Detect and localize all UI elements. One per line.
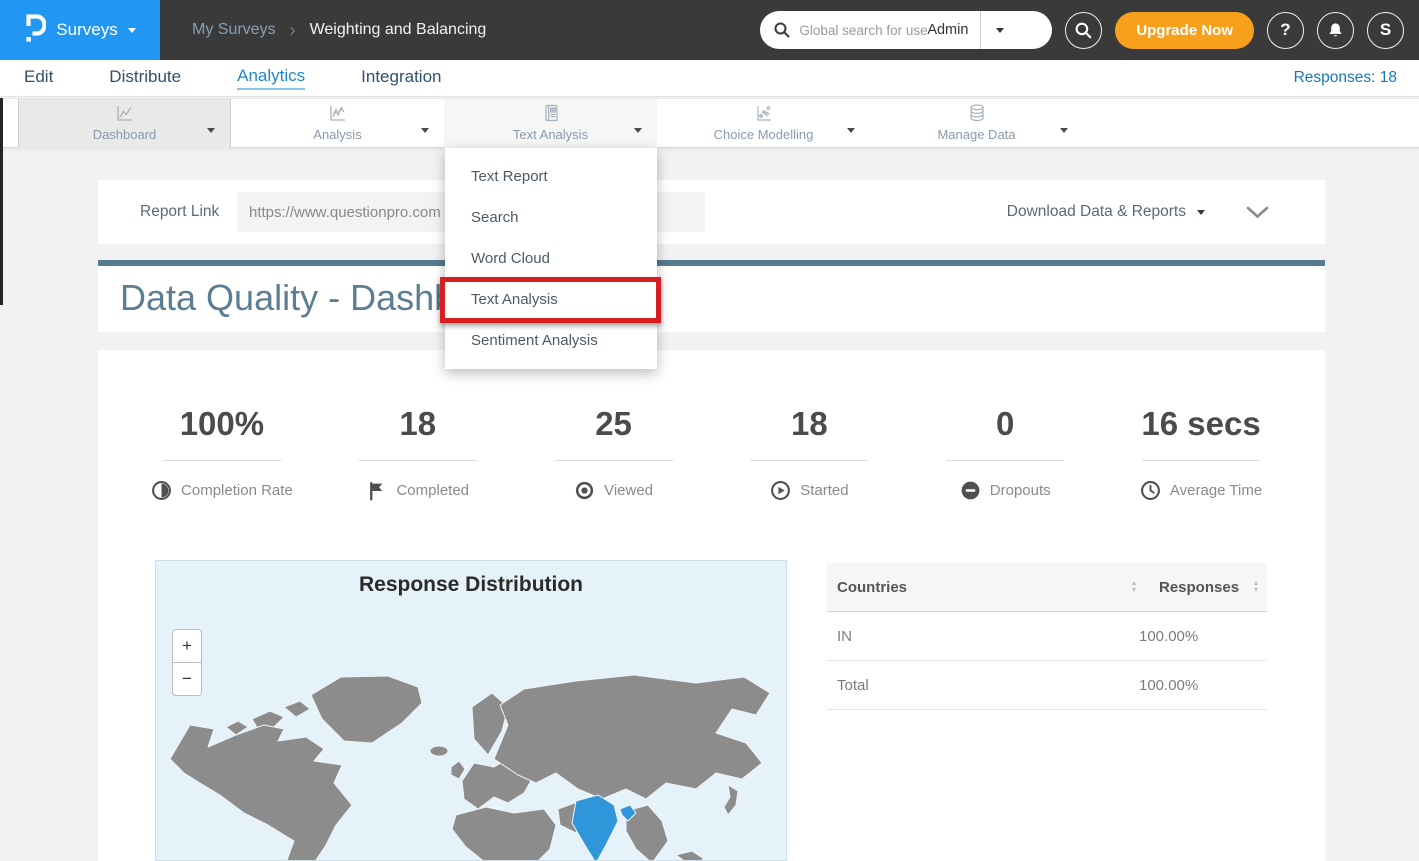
breadcrumb-current-survey: Weighting and Balancing bbox=[310, 21, 487, 39]
scatter-chart-icon bbox=[754, 103, 774, 128]
menu-item-search[interactable]: Search bbox=[445, 197, 657, 238]
chevron-down-icon bbox=[1197, 210, 1205, 215]
dashboard-panel: 100% Completion Rate 18 bbox=[98, 350, 1325, 861]
nav-item-analytics[interactable]: Analytics bbox=[237, 66, 305, 90]
play-circle-icon bbox=[770, 480, 791, 501]
questionpro-analytics-page: Surveys My Surveys › Weighting and Balan… bbox=[0, 0, 1419, 861]
stat-completion-rate: 100% Completion Rate bbox=[124, 405, 320, 501]
countries-table-header: Countries ▲▼ Responses ▲▼ bbox=[827, 563, 1267, 612]
nav-item-integration[interactable]: Integration bbox=[361, 67, 441, 89]
menu-item-word-cloud[interactable]: Word Cloud bbox=[445, 238, 657, 279]
search-scope-label: Admin bbox=[927, 22, 968, 38]
page-title-panel: Data Quality - Dashboard bbox=[98, 260, 1325, 332]
menu-item-text-report[interactable]: Text Report bbox=[445, 156, 657, 197]
top-header: Surveys My Surveys › Weighting and Balan… bbox=[0, 0, 1419, 60]
collapsed-panel-edge bbox=[0, 98, 3, 305]
divider bbox=[1142, 460, 1260, 461]
column-countries[interactable]: Countries bbox=[827, 579, 1123, 596]
breadcrumb-separator-icon: › bbox=[290, 20, 296, 41]
stat-completed: 18 Completed bbox=[320, 405, 516, 501]
search-icon bbox=[773, 21, 791, 39]
sort-updown-icon[interactable]: ▲▼ bbox=[1245, 580, 1267, 594]
report-link-bar: Report Link Download Data & Reports bbox=[98, 180, 1325, 244]
completion-gauge-icon bbox=[151, 480, 172, 501]
download-data-reports-dropdown[interactable]: Download Data & Reports bbox=[1007, 180, 1205, 244]
menu-item-text-analysis[interactable]: Text Analysis bbox=[445, 279, 657, 320]
response-distribution-map: Response Distribution + − bbox=[155, 560, 787, 861]
tab-analysis[interactable]: Analysis bbox=[231, 99, 444, 148]
surveys-product-switcher[interactable]: Surveys bbox=[0, 0, 160, 60]
stat-average-time: 16 secs Average Time bbox=[1103, 405, 1299, 501]
responses-cell: 100.00% bbox=[1125, 677, 1267, 694]
table-row: Total 100.00% bbox=[827, 661, 1267, 710]
chevron-down-icon[interactable] bbox=[207, 120, 215, 138]
flag-icon bbox=[366, 480, 387, 501]
divider bbox=[359, 460, 477, 461]
breadcrumb-my-surveys[interactable]: My Surveys bbox=[192, 21, 276, 39]
chevron-down-icon bbox=[128, 28, 136, 33]
chevron-down-icon[interactable] bbox=[847, 120, 855, 138]
avatar[interactable]: S bbox=[1367, 12, 1404, 49]
table-row: IN 100.00% bbox=[827, 612, 1267, 661]
report-link-label: Report Link bbox=[140, 180, 219, 244]
map-country-india[interactable] bbox=[572, 795, 618, 861]
tab-manage-data[interactable]: Manage Data bbox=[870, 99, 1083, 148]
stat-dropouts: 0 Dropouts bbox=[907, 405, 1103, 501]
tab-dashboard[interactable]: Dashboard bbox=[18, 99, 231, 148]
menu-item-sentiment-analysis[interactable]: Sentiment Analysis bbox=[445, 320, 657, 361]
divider bbox=[555, 460, 673, 461]
tab-choice-modelling[interactable]: Choice Modelling bbox=[657, 99, 870, 148]
nav-item-edit[interactable]: Edit bbox=[24, 67, 53, 89]
column-responses[interactable]: Responses bbox=[1145, 579, 1245, 596]
divider bbox=[163, 460, 281, 461]
country-cell: IN bbox=[827, 628, 1125, 645]
divider bbox=[750, 460, 868, 461]
header-actions: Admin Upgrade Now ? S bbox=[760, 11, 1404, 49]
page-title: Data Quality - Dashboard bbox=[98, 266, 1325, 319]
map-title: Response Distribution bbox=[156, 573, 786, 597]
upgrade-now-button[interactable]: Upgrade Now bbox=[1115, 12, 1254, 49]
line-chart-icon bbox=[115, 103, 135, 128]
tab-text-analysis[interactable]: Text Analysis bbox=[444, 99, 657, 148]
database-icon bbox=[967, 103, 987, 128]
text-document-icon bbox=[541, 103, 561, 128]
responses-cell: 100.00% bbox=[1125, 628, 1267, 645]
countries-table: Countries ▲▼ Responses ▲▼ IN 100.00% Tot… bbox=[827, 563, 1267, 710]
eye-icon bbox=[574, 480, 595, 501]
search-icon bbox=[1074, 21, 1093, 40]
survey-stats-row: 100% Completion Rate 18 bbox=[98, 350, 1325, 501]
text-analysis-menu: Text Report Search Word Cloud Text Analy… bbox=[445, 148, 657, 369]
product-label: Surveys bbox=[56, 20, 117, 40]
breadcrumb: My Surveys › Weighting and Balancing bbox=[192, 0, 486, 60]
questionpro-p-icon bbox=[24, 12, 46, 48]
global-search-input[interactable] bbox=[799, 23, 927, 38]
world-map[interactable] bbox=[156, 663, 787, 861]
chevron-down-icon[interactable] bbox=[634, 120, 642, 138]
search-button[interactable] bbox=[1065, 12, 1102, 49]
expand-section-chevron-icon[interactable] bbox=[1246, 206, 1269, 224]
help-button[interactable]: ? bbox=[1267, 12, 1304, 49]
analytics-toolbar: Dashboard Analysis Text Analysis bbox=[0, 98, 1419, 148]
global-search-box: Admin bbox=[760, 11, 1052, 49]
chevron-down-icon bbox=[996, 28, 1004, 33]
divider bbox=[946, 460, 1064, 461]
survey-nav: Edit Distribute Analytics Integration Re… bbox=[0, 60, 1419, 97]
nav-item-distribute[interactable]: Distribute bbox=[109, 67, 181, 89]
trend-chart-icon bbox=[328, 103, 348, 128]
notifications-button[interactable] bbox=[1317, 12, 1354, 49]
sort-updown-icon[interactable]: ▲▼ bbox=[1123, 580, 1145, 594]
map-zoom-in-button[interactable]: + bbox=[172, 629, 202, 663]
bell-icon bbox=[1326, 21, 1345, 40]
country-cell: Total bbox=[827, 677, 1125, 694]
chevron-down-icon[interactable] bbox=[421, 120, 429, 138]
chevron-down-icon[interactable] bbox=[1060, 120, 1068, 138]
responses-count: Responses: 18 bbox=[1294, 60, 1397, 96]
clock-icon bbox=[1140, 480, 1161, 501]
search-scope-dropdown[interactable] bbox=[981, 28, 1019, 33]
minus-circle-icon bbox=[960, 480, 981, 501]
stat-viewed: 25 Viewed bbox=[516, 405, 712, 501]
stat-started: 18 Started bbox=[711, 405, 907, 501]
